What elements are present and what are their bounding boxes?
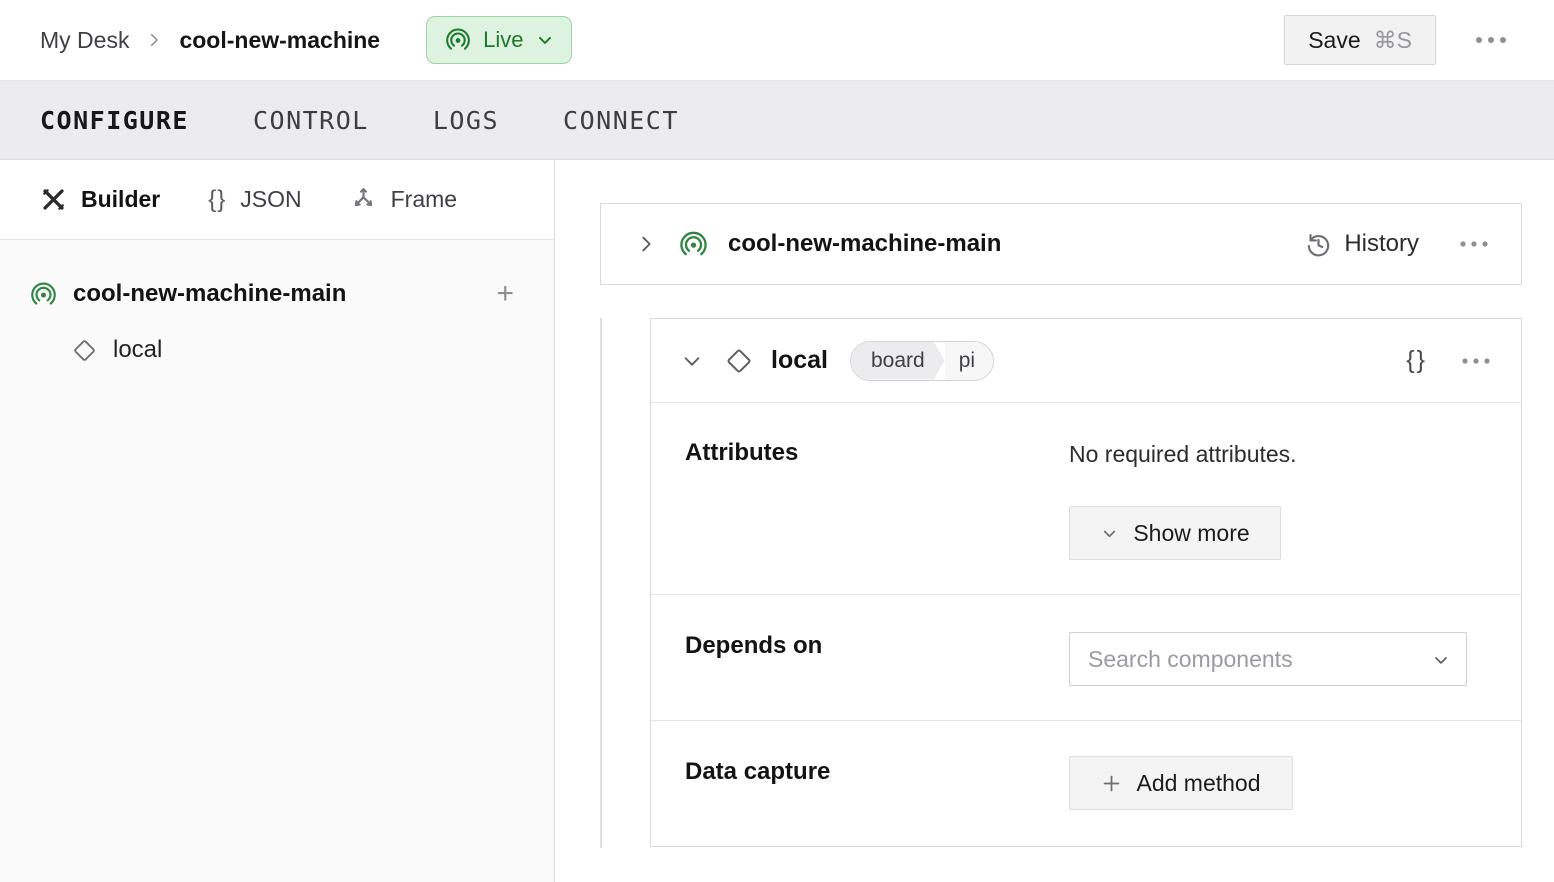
depends-on-select: [1069, 632, 1467, 686]
tab-json[interactable]: {} JSON: [208, 186, 301, 214]
config-sidebar: Builder {} JSON Frame: [0, 160, 555, 882]
machine-part-card: cool-new-machine-main History: [600, 203, 1522, 285]
chevron-down-icon: [535, 30, 555, 50]
attributes-section-label: Attributes: [685, 439, 798, 467]
show-more-button[interactable]: Show more: [1069, 506, 1281, 560]
section-divider: [651, 594, 1521, 595]
topbar-overflow-menu-button[interactable]: [1472, 29, 1510, 51]
history-button-label: History: [1344, 230, 1419, 258]
diamond-icon: [72, 338, 97, 363]
tab-connect[interactable]: CONNECT: [563, 106, 679, 135]
machine-part-title: cool-new-machine-main: [728, 230, 1001, 258]
machine-card-overflow-menu-button[interactable]: [1457, 234, 1491, 254]
machine-part-tree: cool-new-machine-main + local: [0, 240, 554, 374]
component-type-badge: board pi: [850, 341, 994, 381]
history-button[interactable]: History: [1305, 230, 1419, 258]
breadcrumb: My Desk cool-new-machine: [40, 27, 380, 54]
tab-control[interactable]: CONTROL: [253, 106, 369, 135]
edit-json-button[interactable]: {}: [1406, 346, 1427, 375]
tab-frame-label: Frame: [391, 186, 457, 213]
add-method-button[interactable]: Add method: [1069, 756, 1293, 810]
tab-logs[interactable]: LOGS: [433, 106, 499, 135]
live-status-badge[interactable]: Live: [426, 16, 572, 64]
component-type: board: [851, 342, 945, 380]
sidebar-view-tabs: Builder {} JSON Frame: [0, 160, 554, 240]
component-card-header: local board pi {}: [651, 319, 1521, 403]
component-title: local: [771, 346, 828, 375]
tab-builder-label: Builder: [81, 186, 160, 213]
tools-icon: [40, 186, 67, 213]
ellipsis-icon: [1459, 240, 1489, 248]
broadcast-icon: [445, 27, 471, 53]
tab-configure[interactable]: CONFIGURE: [40, 106, 189, 135]
top-bar: My Desk cool-new-machine Live Save ⌘S: [0, 0, 1554, 81]
machine-name: cool-new-machine: [179, 27, 380, 54]
tree-item-label: local: [113, 336, 162, 364]
frame-axes-icon: [350, 186, 377, 213]
broadcast-icon: [30, 281, 57, 308]
ellipsis-icon: [1474, 35, 1508, 45]
live-badge-label: Live: [483, 27, 523, 53]
breadcrumb-parent-link[interactable]: My Desk: [40, 27, 129, 54]
save-button[interactable]: Save ⌘S: [1284, 15, 1436, 65]
tree-item-label: cool-new-machine-main: [73, 280, 480, 308]
save-shortcut-hint: ⌘S: [1374, 27, 1412, 54]
broadcast-icon: [679, 230, 708, 259]
component-overflow-menu-button[interactable]: [1459, 351, 1493, 371]
tree-item-local[interactable]: local: [72, 326, 514, 374]
tab-builder[interactable]: Builder: [40, 186, 160, 213]
attributes-empty-text: No required attributes.: [1069, 441, 1297, 468]
show-more-button-label: Show more: [1133, 520, 1249, 547]
search-components-input[interactable]: [1069, 632, 1467, 686]
main-nav-tabbar: CONFIGURE CONTROL LOGS CONNECT: [0, 81, 1554, 160]
tab-frame[interactable]: Frame: [350, 186, 457, 213]
collapse-chevron-icon[interactable]: [681, 350, 703, 372]
diamond-icon: [725, 347, 753, 375]
chevron-right-icon: [145, 31, 163, 49]
chevron-down-icon: [1100, 524, 1119, 543]
tree-guideline: [600, 318, 602, 848]
component-card-local: local board pi {} Attributes No required…: [650, 318, 1522, 847]
ellipsis-icon: [1461, 357, 1491, 365]
config-main-panel: cool-new-machine-main History: [556, 160, 1554, 882]
add-component-button[interactable]: +: [496, 279, 514, 309]
history-clock-icon: [1305, 231, 1332, 258]
plus-icon: [1101, 773, 1122, 794]
data-capture-section-label: Data capture: [685, 758, 830, 786]
add-method-button-label: Add method: [1136, 770, 1260, 797]
save-button-label: Save: [1308, 27, 1360, 54]
tree-item-machine-main[interactable]: cool-new-machine-main +: [30, 268, 514, 320]
depends-on-section-label: Depends on: [685, 632, 822, 660]
tab-json-label: JSON: [240, 186, 301, 213]
braces-icon: {}: [208, 186, 226, 214]
app-window: My Desk cool-new-machine Live Save ⌘S: [0, 0, 1554, 882]
section-divider: [651, 720, 1521, 721]
expand-chevron-icon[interactable]: [635, 233, 657, 255]
component-model: pi: [945, 342, 993, 380]
